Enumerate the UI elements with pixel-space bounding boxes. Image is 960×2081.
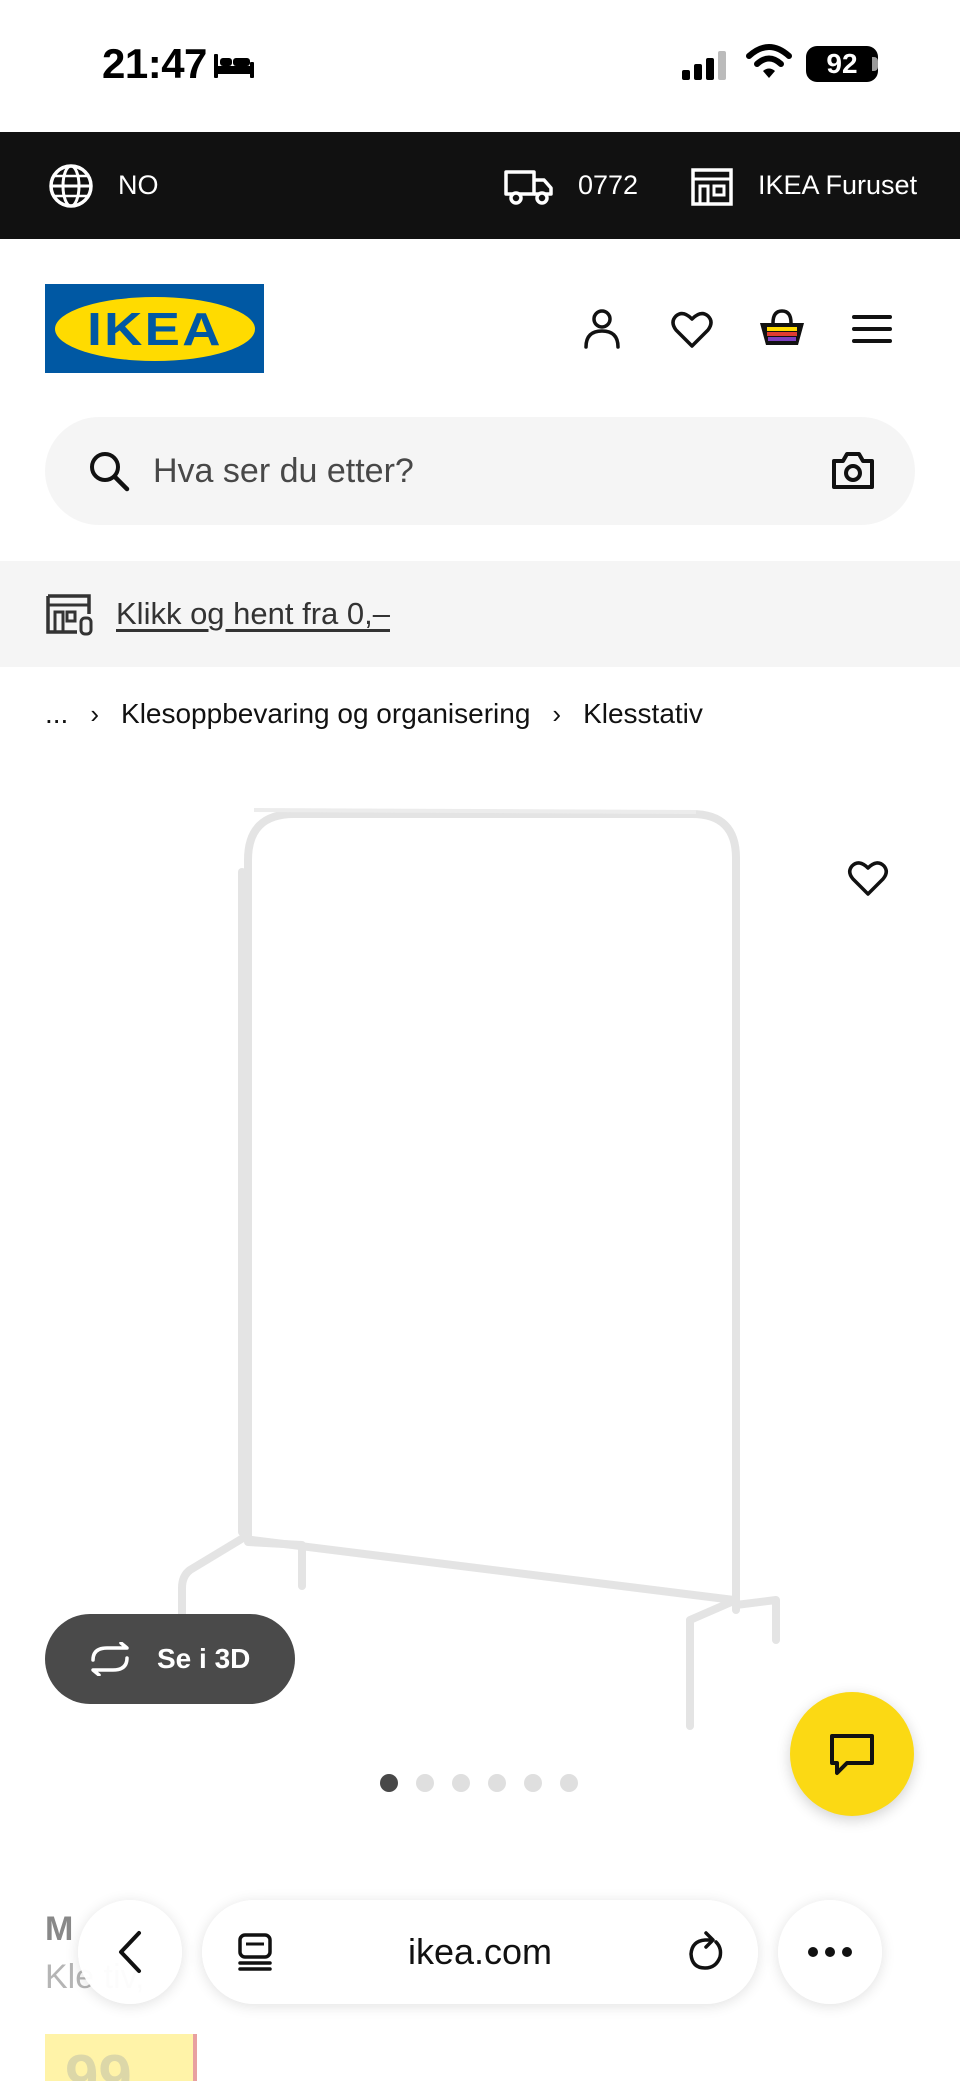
- carousel-dot[interactable]: [452, 1774, 470, 1792]
- truck-icon: [504, 169, 553, 205]
- browser-back-button[interactable]: [78, 1900, 182, 2004]
- sleep-focus-icon: [214, 54, 254, 78]
- battery-cap: [872, 57, 878, 71]
- hamburger-menu-icon[interactable]: [848, 305, 896, 353]
- wifi-icon: [746, 44, 792, 78]
- rotate-3d-icon: [91, 1642, 129, 1676]
- battery-indicator: 92: [806, 46, 878, 82]
- cellular-signal-icon: [682, 51, 726, 80]
- logo-text: IKEA: [86, 302, 223, 355]
- site-header: IKEA: [0, 239, 960, 417]
- status-bar: 21:47 92: [0, 0, 960, 132]
- url-text[interactable]: ikea.com: [202, 1900, 758, 2004]
- carousel-dot[interactable]: [560, 1774, 578, 1792]
- store-icon: [691, 167, 733, 206]
- store-pickup-icon: [46, 594, 93, 636]
- view-3d-button[interactable]: Se i 3D: [45, 1614, 295, 1704]
- search-icon: [90, 452, 130, 492]
- image-carousel-dots: [380, 1774, 596, 1792]
- breadcrumb: ... › Klesoppbevaring og organisering › …: [45, 692, 703, 736]
- chevron-left-icon: [119, 1931, 141, 1973]
- chevron-right-icon: ›: [90, 698, 100, 729]
- breadcrumb-item-current[interactable]: Klesstativ: [583, 698, 703, 730]
- reload-icon[interactable]: [686, 1930, 726, 1974]
- store-label: IKEA Furuset: [758, 170, 918, 200]
- click-collect-banner: Klikk og hent fra 0,–: [0, 561, 960, 667]
- product-image[interactable]: [170, 800, 800, 1740]
- delivery-postcode[interactable]: 0772: [504, 132, 638, 239]
- postcode-label: 0772: [578, 170, 639, 200]
- carousel-dot[interactable]: [524, 1774, 542, 1792]
- chevron-right-icon: ›: [552, 698, 562, 729]
- store-selector[interactable]: IKEA Furuset: [690, 132, 917, 239]
- carousel-dot[interactable]: [380, 1774, 398, 1792]
- camera-search-icon[interactable]: [831, 449, 875, 491]
- more-options-button[interactable]: [778, 1900, 882, 2004]
- address-bar[interactable]: ikea.com: [202, 1900, 758, 2004]
- add-to-favorites-heart-icon[interactable]: [846, 857, 890, 897]
- carousel-dot[interactable]: [488, 1774, 506, 1792]
- ikea-logo[interactable]: IKEA: [45, 284, 264, 373]
- shopping-bag-icon[interactable]: [758, 305, 806, 353]
- wishlist-heart-icon[interactable]: [668, 305, 716, 353]
- language-label: NO: [118, 170, 159, 200]
- chat-button[interactable]: [790, 1692, 914, 1816]
- status-time: 21:47: [102, 40, 207, 87]
- price-tag: 99: [45, 2034, 197, 2081]
- more-dots-icon: [808, 1947, 852, 1957]
- breadcrumb-ellipsis[interactable]: ...: [45, 698, 68, 730]
- click-collect-link[interactable]: Klikk og hent fra 0,–: [116, 561, 390, 667]
- logo-oval: IKEA: [54, 296, 255, 361]
- breadcrumb-item[interactable]: Klesoppbevaring og organisering: [121, 698, 530, 730]
- language-selector[interactable]: NO: [48, 132, 159, 239]
- chat-bubble-icon: [830, 1734, 874, 1775]
- top-bar: NO 0772 IKEA Furuset: [0, 132, 960, 239]
- account-icon[interactable]: [578, 305, 626, 353]
- carousel-dot[interactable]: [416, 1774, 434, 1792]
- price-value: 99: [65, 2043, 132, 2081]
- search-bar[interactable]: Hva ser du etter?: [45, 417, 915, 525]
- globe-icon: [49, 163, 93, 208]
- view-3d-label: Se i 3D: [157, 1643, 251, 1674]
- search-placeholder: Hva ser du etter?: [153, 452, 414, 490]
- product-name: M: [45, 1910, 74, 1948]
